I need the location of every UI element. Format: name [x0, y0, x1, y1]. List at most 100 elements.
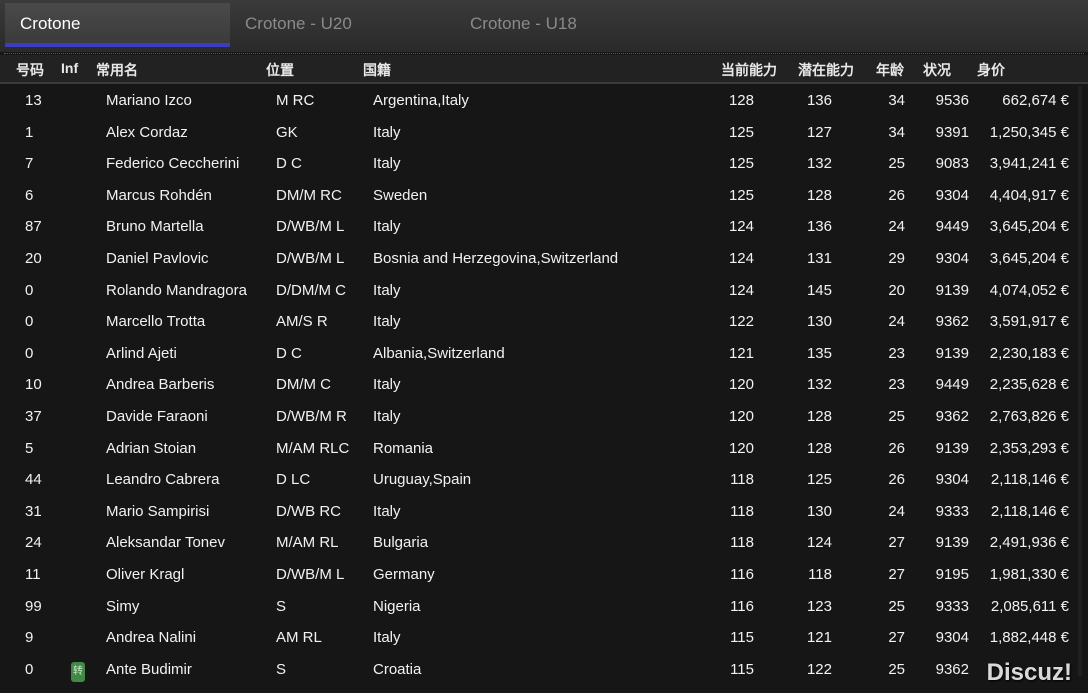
player-position: D/WB/M R	[276, 407, 347, 425]
table-row[interactable]: 44 Leandro Cabrera D LC Uruguay,Spain 11…	[0, 464, 1088, 496]
player-condition: 9449	[935, 376, 969, 394]
table-row[interactable]: 31 Mario Sampirisi D/WB RC Italy 118 130…	[0, 496, 1088, 528]
table-row[interactable]: 5 Adrian Stoian M/AM RLC Romania 120 128…	[0, 433, 1088, 465]
player-nationality: Albania,Switzerland	[373, 344, 505, 362]
table-row[interactable]: 0 Marcello Trotta AM/S R Italy 122 130 2…	[0, 306, 1088, 338]
player-age: 34	[888, 123, 905, 141]
player-current-ability: 115	[730, 629, 754, 647]
player-condition: 9304	[935, 629, 969, 647]
player-age: 27	[888, 565, 905, 583]
transfer-badge-icon: 转	[71, 661, 85, 682]
table-row[interactable]: 7 Federico Ceccherini D C Italy 125 132 …	[0, 148, 1088, 180]
col-number[interactable]: 号码	[16, 60, 44, 80]
table-row[interactable]: 11 Oliver Kragl D/WB/M L Germany 116 118…	[0, 559, 1088, 591]
player-nationality: Argentina,Italy	[373, 92, 469, 109]
col-inf[interactable]: Inf	[61, 60, 78, 76]
player-name: Arlind Ajeti	[106, 344, 177, 362]
player-value: 2,763,826 €	[989, 407, 1069, 425]
player-position: S	[276, 597, 287, 615]
player-nationality: Croatia	[373, 660, 422, 678]
player-position: D/DM/M C	[276, 281, 346, 299]
player-current-ability: 121	[728, 344, 754, 362]
player-name: Alex Cordaz	[106, 123, 188, 141]
table-row[interactable]: 1 Alex Cordaz GK Italy 125 127 34 9391 1…	[0, 117, 1088, 149]
divider	[4, 53, 1084, 54]
player-value: 3,941,241 €	[989, 155, 1069, 173]
player-nationality: Italy	[373, 313, 401, 331]
player-nationality: Italy	[373, 407, 401, 425]
player-condition: 9304	[935, 471, 969, 489]
player-age: 24	[888, 313, 905, 331]
player-name: Marcus Rohdén	[106, 186, 212, 204]
col-nationality[interactable]: 国籍	[363, 60, 391, 80]
player-age: 29	[888, 249, 905, 267]
player-position: D/WB RC	[276, 502, 341, 520]
table-row[interactable]: 24 Aleksandar Tonev M/AM RL Bulgaria 118…	[0, 527, 1088, 559]
player-nationality: Bosnia and Herzegovina,Switzerland	[373, 249, 619, 267]
player-age: 25	[888, 660, 905, 678]
player-condition: 9304	[935, 186, 969, 204]
table-row[interactable]: 9 Andrea Nalini AM RL Italy 115 121 27 9…	[0, 622, 1088, 654]
player-name: Leandro Cabrera	[106, 471, 220, 489]
player-number: 24	[25, 534, 42, 552]
player-position: D/WB/M L	[276, 249, 345, 267]
table-row[interactable]: 6 Marcus Rohdén DM/M RC Sweden 125 128 2…	[0, 180, 1088, 212]
scrollbar[interactable]	[1078, 86, 1082, 676]
tab-crotone[interactable]: Crotone	[5, 3, 230, 47]
player-age: 25	[888, 597, 905, 615]
player-number: 13	[25, 92, 42, 109]
player-potential-ability: 132	[806, 155, 832, 173]
player-condition: 9449	[935, 218, 969, 236]
player-condition: 9139	[935, 439, 969, 457]
table-row[interactable]: 87 Bruno Martella D/WB/M L Italy 124 136…	[0, 211, 1088, 243]
tab-crotone-u20[interactable]: Crotone - U20	[245, 3, 352, 47]
table-row[interactable]: 0 转 Ante Budimir S Croatia 115 122 25 93…	[0, 654, 1088, 686]
player-name: Rolando Mandragora	[106, 281, 247, 299]
player-name: Aleksandar Tonev	[106, 534, 225, 552]
player-current-ability: 116	[730, 597, 754, 615]
player-number: 11	[25, 565, 41, 583]
player-potential-ability: 132	[806, 376, 832, 394]
player-current-ability: 118	[730, 534, 754, 552]
player-value: 2,491,936 €	[989, 534, 1069, 552]
player-age: 24	[888, 502, 905, 520]
player-condition: 9333	[935, 502, 969, 520]
player-nationality: Italy	[373, 281, 401, 299]
table-row[interactable]: 0 Arlind Ajeti D C Albania,Switzerland 1…	[0, 338, 1088, 370]
col-condition[interactable]: 状况	[923, 60, 951, 80]
player-position: S	[276, 660, 287, 678]
col-age[interactable]: 年龄	[876, 60, 904, 80]
player-condition: 9536	[935, 92, 969, 109]
col-name[interactable]: 常用名	[96, 60, 138, 80]
player-value: 4,074,052 €	[989, 281, 1069, 299]
col-current-ability[interactable]: 当前能力	[721, 60, 777, 80]
table-row[interactable]: 37 Davide Faraoni D/WB/M R Italy 120 128…	[0, 401, 1088, 433]
player-value: 2,118,146 €	[990, 502, 1069, 520]
player-nationality: Italy	[373, 123, 401, 141]
table-row[interactable]: 20 Daniel Pavlovic D/WB/M L Bosnia and H…	[0, 243, 1088, 275]
tab-crotone-u18[interactable]: Crotone - U18	[470, 3, 577, 47]
player-potential-ability: 130	[806, 502, 832, 520]
player-nationality: Italy	[373, 218, 401, 236]
player-number: 0	[25, 344, 34, 362]
player-name: Marcello Trotta	[106, 313, 206, 331]
player-name: Federico Ceccherini	[106, 155, 240, 173]
player-number: 7	[25, 155, 34, 173]
player-name: Andrea Barberis	[106, 376, 215, 394]
player-current-ability: 120	[728, 407, 754, 425]
col-value[interactable]: 身价	[977, 60, 1005, 80]
player-age: 34	[888, 92, 905, 109]
table-row[interactable]: 0 Rolando Mandragora D/DM/M C Italy 124 …	[0, 275, 1088, 307]
player-name: Oliver Kragl	[106, 565, 185, 583]
player-current-ability: 124	[728, 218, 754, 236]
player-number: 44	[25, 471, 42, 489]
table-row[interactable]: 99 Simy S Nigeria 116 123 25 9333 2,085,…	[0, 591, 1088, 623]
watermark: Discuz!	[986, 659, 1072, 686]
col-position[interactable]: 位置	[266, 60, 294, 80]
table-row[interactable]: 10 Andrea Barberis DM/M C Italy 120 132 …	[0, 369, 1088, 401]
player-condition: 9195	[935, 565, 969, 583]
player-condition: 9083	[935, 155, 969, 173]
table-row[interactable]: 13 Mariano Izco M RC Argentina,Italy 128…	[0, 85, 1088, 117]
col-potential-ability[interactable]: 潜在能力	[798, 60, 854, 80]
player-condition: 9391	[935, 123, 969, 141]
